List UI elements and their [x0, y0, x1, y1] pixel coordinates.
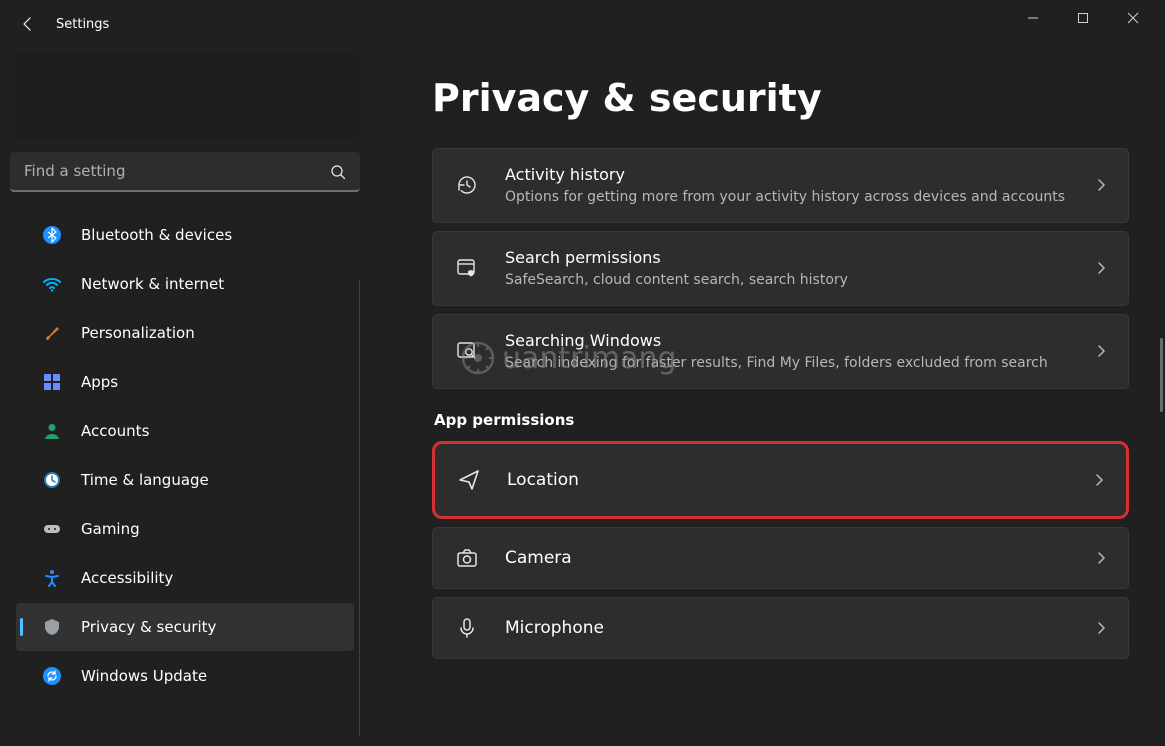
sidebar-item-label: Time & language [81, 471, 209, 489]
search-icon [453, 337, 481, 365]
card-title: Camera [505, 547, 1070, 569]
sidebar-item-windows-update[interactable]: Windows Update [16, 652, 354, 700]
accessibility-icon [41, 567, 63, 589]
maximize-button[interactable] [1077, 12, 1099, 24]
chevron-right-icon [1094, 261, 1108, 275]
card-microphone[interactable]: Microphone [432, 597, 1129, 659]
person-icon [41, 420, 63, 442]
sidebar-item-label: Accounts [81, 422, 149, 440]
sidebar-item-accounts[interactable]: Accounts [16, 407, 354, 455]
sidebar-item-label: Gaming [81, 520, 140, 538]
card-search-permissions[interactable]: Search permissions SafeSearch, cloud con… [432, 231, 1129, 306]
sidebar-item-label: Network & internet [81, 275, 224, 293]
card-title: Searching Windows [505, 331, 1070, 352]
scrollbar[interactable] [1160, 338, 1163, 412]
card-searching-windows[interactable]: Searching Windows Search indexing for fa… [432, 314, 1129, 389]
sidebar-item-accessibility[interactable]: Accessibility [16, 554, 354, 602]
sidebar-item-label: Bluetooth & devices [81, 226, 232, 244]
card-location[interactable]: Location [432, 441, 1129, 519]
sidebar-item-network[interactable]: Network & internet [16, 260, 354, 308]
location-icon [455, 466, 483, 494]
sidebar-item-apps[interactable]: Apps [16, 358, 354, 406]
minimize-button[interactable] [1027, 12, 1049, 24]
main-content: Privacy & security Activity history Opti… [370, 48, 1165, 746]
history-icon [453, 171, 481, 199]
titlebar: Settings [0, 0, 1165, 48]
apps-icon [41, 371, 63, 393]
camera-icon [453, 544, 481, 572]
shield-icon [41, 616, 63, 638]
update-icon [41, 665, 63, 687]
search-icon [330, 164, 346, 180]
sidebar-item-label: Windows Update [81, 667, 207, 685]
chevron-right-icon [1092, 473, 1106, 487]
card-title: Location [507, 469, 1068, 491]
page-title: Privacy & security [432, 76, 1129, 120]
sidebar-item-time-language[interactable]: Time & language [16, 456, 354, 504]
chevron-right-icon [1094, 344, 1108, 358]
sidebar-item-label: Privacy & security [81, 618, 216, 636]
sidebar-item-personalization[interactable]: Personalization [16, 309, 354, 357]
app-title: Settings [56, 17, 109, 32]
sidebar: Bluetooth & devices Network & internet P… [0, 48, 370, 746]
card-title: Search permissions [505, 248, 1070, 269]
window-controls [1015, 2, 1161, 34]
sidebar-item-label: Personalization [81, 324, 195, 342]
search-input[interactable] [10, 152, 360, 192]
bluetooth-icon [41, 224, 63, 246]
wifi-icon [41, 273, 63, 295]
brush-icon [41, 322, 63, 344]
chevron-right-icon [1094, 551, 1108, 565]
section-label-app-permissions: App permissions [434, 411, 1129, 429]
gamepad-icon [41, 518, 63, 540]
sidebar-item-gaming[interactable]: Gaming [16, 505, 354, 553]
chevron-right-icon [1094, 621, 1108, 635]
sidebar-nav: Bluetooth & devices Network & internet P… [10, 210, 360, 736]
search-shield-icon [453, 254, 481, 282]
card-subtitle: Options for getting more from your activ… [505, 188, 1070, 206]
close-button[interactable] [1127, 12, 1149, 24]
search-row [10, 152, 360, 192]
card-subtitle: SafeSearch, cloud content search, search… [505, 271, 1070, 289]
card-title: Microphone [505, 617, 1070, 639]
card-title: Activity history [505, 165, 1070, 186]
back-button[interactable] [8, 4, 48, 44]
mic-icon [453, 614, 481, 642]
sidebar-item-label: Accessibility [81, 569, 173, 587]
card-activity-history[interactable]: Activity history Options for getting mor… [432, 148, 1129, 223]
sidebar-item-privacy-security[interactable]: Privacy & security [16, 603, 354, 651]
user-card[interactable] [10, 52, 360, 140]
sidebar-item-label: Apps [81, 373, 118, 391]
card-subtitle: Search indexing for faster results, Find… [505, 354, 1070, 372]
card-camera[interactable]: Camera [432, 527, 1129, 589]
chevron-right-icon [1094, 178, 1108, 192]
sidebar-item-bluetooth[interactable]: Bluetooth & devices [16, 211, 354, 259]
clock-icon [41, 469, 63, 491]
